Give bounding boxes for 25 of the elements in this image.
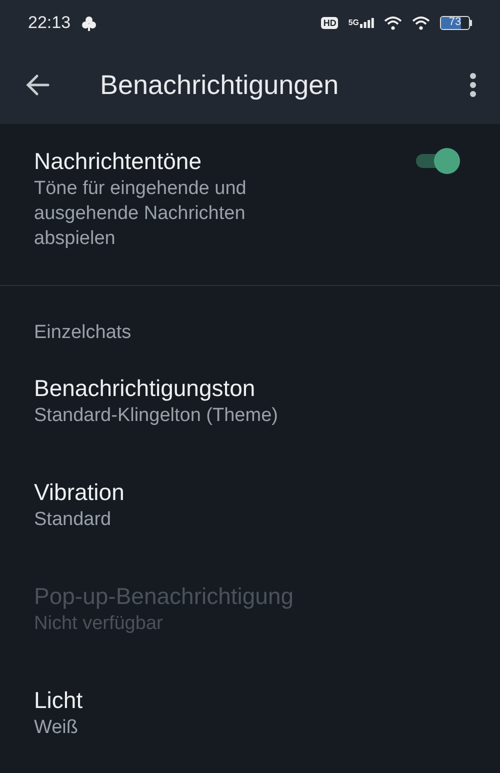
item-value: Standard-Klingelton (Theme) [34,404,279,428]
wifi-icon [412,16,430,30]
toggle-switch[interactable] [414,148,460,174]
setting-title: Nachrichtentöne [34,147,202,176]
item-value: Nicht verfügbar [34,612,164,636]
settings-item[interactable]: Benachrichtigungston Standard-Klingelton (Theme) [0,344,500,448]
status-time: 22:13 [28,13,71,33]
item-title: Licht [34,686,84,715]
item-title: Benachrichtigungston [34,374,256,403]
signal-icon [360,18,374,28]
item-title: Pop-up-Benachrichtigung [34,582,295,611]
clover-icon [80,15,97,31]
item-value: Weiß [34,716,79,740]
wifi-icon [384,16,402,30]
setting-description: Töne für eingehende und ausgehende Nachrichten abspielen [34,177,248,251]
battery-icon: 73 [440,16,472,30]
hd-badge: HD [321,17,338,29]
settings-item[interactable]: Licht Weiß [0,656,500,760]
settings-item[interactable]: Vibration Standard [0,448,500,552]
item-title: Vibration [34,478,126,507]
item-value: Standard [34,508,112,532]
more-menu-button[interactable] [468,72,478,98]
network-label: 5G [348,18,359,27]
section-header: Einzelchats [33,321,132,344]
screen-title: Benachrichtigungen [100,70,340,100]
